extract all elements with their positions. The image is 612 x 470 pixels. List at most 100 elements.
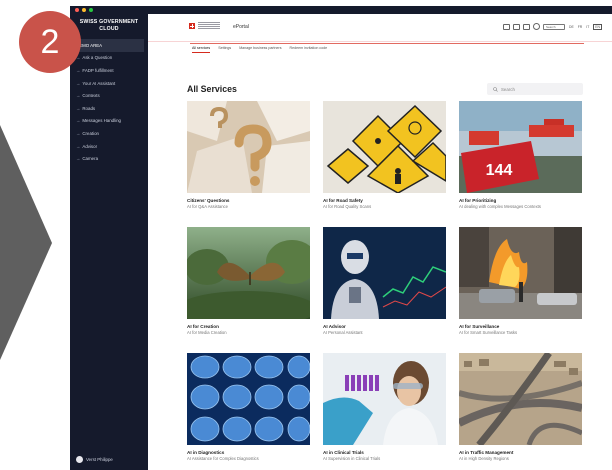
card-title: AI for Creation — [187, 324, 219, 329]
card-subtitle: AI for Road Quality Scans — [323, 204, 372, 209]
close-window-icon[interactable] — [75, 8, 79, 12]
card-subtitle: AI Personal Assistant — [323, 330, 363, 335]
sidebar-item-label: Creation — [82, 130, 99, 136]
sidebar-item-messages[interactable]: → Messages Handling — [70, 115, 148, 128]
street-fire-image — [459, 227, 582, 319]
screenshot-stage: 2 SWISS GOVERNMENT CLOUD DEMO AREA → Ask … — [0, 0, 612, 470]
card-title: AI for Surveillance — [459, 324, 500, 329]
robot-advisor-image — [323, 227, 446, 319]
card-subtitle: AI in High Density Regions — [459, 456, 509, 461]
service-card-clinical-trials[interactable]: AI in Clinical Trials AI Supervision in … — [323, 353, 446, 470]
service-card-citizens-questions[interactable]: Citizens' Questions AI for Q&A Assistanc… — [187, 101, 310, 218]
user-name: Verst Philippe — [86, 457, 113, 462]
sidebar-item-camera[interactable]: → Camera — [70, 152, 148, 165]
arrow-right-icon: → — [76, 130, 81, 136]
sidebar-item-label: Your AI Assistant — [82, 80, 116, 86]
minimize-window-icon[interactable] — [82, 8, 86, 12]
window-titlebar — [70, 6, 612, 14]
sidebar-item-label: Camera — [82, 156, 99, 162]
butterfly-landscape-image — [187, 227, 310, 319]
language-fr[interactable]: FR — [578, 25, 583, 29]
highway-interchange-image — [459, 353, 582, 445]
user-profile[interactable]: Verst Philippe — [76, 456, 113, 463]
sidebar-item-label: Advisor — [82, 143, 98, 149]
maximize-window-icon[interactable] — [89, 8, 93, 12]
language-de[interactable]: DE — [569, 25, 574, 29]
arrow-right-icon: → — [76, 118, 81, 124]
tab-all-services[interactable]: All services — [192, 46, 211, 53]
brain-scans-image — [187, 353, 310, 445]
tab-manage-business-partners[interactable]: Manage business partners — [239, 46, 281, 53]
service-card-road-safety[interactable]: AI for Road Safety AI for Road Quality S… — [323, 101, 446, 218]
account-icon[interactable] — [533, 23, 541, 30]
grid-icon[interactable] — [503, 23, 511, 30]
header-divider — [190, 43, 584, 44]
sidebar-item-creation[interactable]: → Creation — [70, 127, 148, 140]
language-en[interactable]: EN — [593, 23, 602, 30]
road-signs-image — [323, 101, 446, 193]
page-title: All Services — [187, 84, 237, 94]
sidebar-item-ask-a-question[interactable]: → Ask a Question — [70, 52, 148, 65]
sidebar-brand: SWISS GOVERNMENT CLOUD — [70, 14, 148, 33]
sidebar-item-advisor[interactable]: → Advisor — [70, 140, 148, 153]
sidebar-item-label: Ask a Question — [82, 55, 113, 61]
question-mark-paper-image — [187, 101, 310, 193]
sidebar-item-contexts[interactable]: → Contexts — [70, 89, 148, 102]
sidebar-item-ai-assistant[interactable]: → Your AI Assistant — [70, 77, 148, 90]
sidebar-item-label: Roads — [82, 105, 96, 111]
header-search-button[interactable]: Search — [543, 23, 566, 30]
sidebar-item-roads[interactable]: → Roads — [70, 102, 148, 115]
sidebar-nav: DEMO AREA → Ask a Question → FADP fulfillm… — [70, 39, 148, 165]
window-controls — [75, 8, 93, 12]
swiss-flag-icon[interactable] — [189, 23, 195, 29]
header-toolbar: Search DE FR IT EN — [503, 23, 602, 30]
search-placeholder: Search — [501, 86, 515, 92]
sidebar-item-label: Contexts — [82, 93, 100, 99]
tab-settings[interactable]: Settings — [218, 46, 231, 53]
arrow-right-icon: → — [76, 67, 81, 73]
help-icon[interactable] — [513, 23, 521, 30]
service-card-traffic-management[interactable]: AI in Traffic Management AI in High Dens… — [459, 353, 582, 470]
sidebar-item-label: FADP fulfillment — [82, 67, 114, 73]
card-subtitle: AI Supervision in Clinical Trials — [323, 456, 381, 461]
lab-scientist-image — [323, 353, 446, 445]
card-title: AI in Clinical Trials — [323, 450, 364, 455]
government-logo-text — [198, 22, 220, 30]
sidebar-item-label: Messages Handling — [82, 118, 121, 124]
search-icon — [493, 86, 498, 92]
arrow-right-icon: → — [76, 143, 81, 149]
arrow-right-icon: → — [76, 156, 81, 162]
sidebar: SWISS GOVERNMENT CLOUD DEMO AREA → Ask a … — [70, 14, 148, 470]
card-subtitle: AI for Smart Surveillance Tasks — [459, 330, 518, 335]
card-subtitle: AI Assistance for Complex Diagnostics — [187, 456, 259, 461]
notifications-icon[interactable] — [523, 23, 531, 30]
portal-tabs: All services Settings Manage business pa… — [192, 46, 327, 53]
card-title: AI for Road Safety — [323, 198, 363, 203]
sidebar-item-demo-area[interactable]: DEMO AREA — [70, 39, 144, 52]
language-it[interactable]: IT — [586, 25, 589, 29]
arrow-right-icon: → — [76, 93, 81, 99]
card-title: AI in Diagnostics — [187, 450, 225, 455]
step-number-badge: 2 — [19, 11, 81, 73]
portal-name: ePortal — [233, 24, 249, 30]
card-title: Citizens' Questions — [187, 198, 230, 203]
app-window: SWISS GOVERNMENT CLOUD DEMO AREA → Ask a … — [70, 6, 612, 470]
service-card-surveillance[interactable]: AI for Surveillance AI for Smart Surveil… — [459, 227, 582, 344]
avatar — [76, 456, 83, 463]
sidebar-item-fadp[interactable]: → FADP fulfillment — [70, 64, 148, 77]
service-card-prioritizing[interactable]: 144 AI for Prioritizing AI dealing with … — [459, 101, 582, 218]
tab-redeem-invitation-code[interactable]: Redeem invitation code — [290, 46, 328, 53]
card-subtitle: AI dealing with complex Messages Context… — [459, 204, 541, 209]
service-card-advisor[interactable]: AI Advisor AI Personal Assistant — [323, 227, 446, 344]
services-search-input[interactable]: Search — [487, 83, 583, 95]
portal-header: ePortal Search DE FR IT EN — [148, 14, 612, 42]
emergency-number-text: 144 — [486, 162, 513, 179]
arrow-right-icon: → — [76, 80, 81, 86]
card-subtitle: AI for Media Creation — [187, 330, 227, 335]
card-subtitle: AI for Q&A Assistance — [187, 204, 228, 209]
card-title: AI in Traffic Management — [459, 450, 514, 455]
service-card-creation[interactable]: AI for Creation AI for Media Creation — [187, 227, 310, 344]
emergency-144-image: 144 — [459, 101, 582, 193]
card-title: AI Advisor — [323, 324, 346, 329]
service-card-diagnostics[interactable]: AI in Diagnostics AI Assistance for Comp… — [187, 353, 310, 470]
